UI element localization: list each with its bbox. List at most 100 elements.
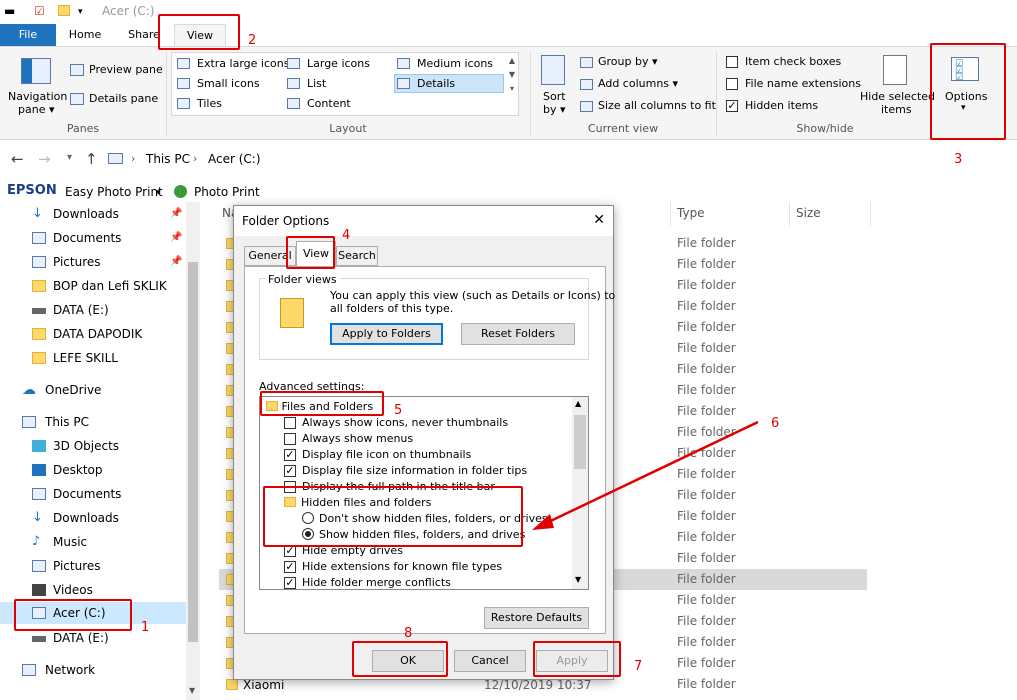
tree-option[interactable]: Display file size information in folder …: [284, 463, 527, 479]
hide-selected-label-2[interactable]: items: [881, 103, 912, 116]
apply-to-folders-button[interactable]: Apply to Folders: [330, 323, 443, 345]
sidebar-item-downloads-pc[interactable]: ↓ Downloads: [0, 507, 186, 529]
file-name-xiaomi[interactable]: Xiaomi: [243, 678, 284, 692]
column-divider[interactable]: [870, 202, 871, 226]
navigation-pane-label[interactable]: Navigation: [8, 90, 67, 103]
annotation-arrow: [532, 420, 759, 530]
scrollbar-thumb[interactable]: [188, 262, 198, 642]
preview-pane-button[interactable]: Preview pane: [89, 63, 163, 76]
tree-option[interactable]: Always show menus: [284, 431, 413, 447]
column-header-type[interactable]: Type: [677, 206, 705, 220]
tree-option[interactable]: Hide folder merge conflicts: [284, 575, 451, 589]
tab-file[interactable]: File: [0, 24, 56, 46]
item-check-boxes-checkbox[interactable]: [726, 56, 738, 68]
sidebar-scrollbar[interactable]: ▼: [186, 202, 200, 700]
layout-large-icons[interactable]: Large icons: [307, 57, 370, 70]
new-folder-icon[interactable]: [58, 5, 70, 16]
folder-icon: [226, 679, 238, 690]
sidebar-item-data-dapodik[interactable]: DATA DAPODIK: [0, 323, 186, 345]
hide-selected-label[interactable]: Hide selected: [860, 90, 935, 103]
reset-folders-button[interactable]: Reset Folders: [461, 323, 575, 345]
computer-icon: [22, 416, 36, 428]
pin-icon[interactable]: 📌: [170, 203, 182, 225]
sidebar-item-3d-objects[interactable]: 3D Objects: [0, 435, 186, 457]
cancel-button[interactable]: Cancel: [454, 650, 526, 672]
quick-access-dropdown-icon[interactable]: ▾: [78, 7, 83, 17]
column-divider[interactable]: [670, 202, 671, 226]
photo-print-link[interactable]: Photo Print: [194, 185, 260, 199]
sidebar-item-videos[interactable]: Videos: [0, 579, 186, 601]
close-icon[interactable]: ✕: [593, 212, 605, 228]
sidebar-item-bop[interactable]: BOP dan Lefi SKLIK: [0, 275, 186, 297]
list-icon: [287, 78, 300, 89]
layout-content[interactable]: Content: [307, 97, 351, 110]
easy-photo-print-link[interactable]: Easy Photo Print: [65, 185, 163, 199]
sidebar-item-pictures[interactable]: Pictures 📌: [0, 251, 186, 273]
size-all-columns-button[interactable]: Size all columns to fit: [598, 99, 716, 112]
tree-option[interactable]: Display file icon on thumbnails: [284, 447, 471, 463]
column-divider[interactable]: [789, 202, 790, 226]
scroll-down-icon[interactable]: ▼: [575, 575, 581, 584]
layout-list[interactable]: List: [307, 77, 326, 90]
back-arrow-icon[interactable]: ←: [11, 150, 24, 168]
sidebar-item-data-e[interactable]: DATA (E:): [0, 299, 186, 321]
navigation-pane-label-2[interactable]: pane ▾: [18, 103, 54, 116]
option-checkbox[interactable]: [284, 433, 296, 445]
sidebar-item-onedrive[interactable]: ☁ OneDrive: [0, 379, 186, 401]
forward-arrow-icon[interactable]: →: [38, 150, 51, 168]
option-checkbox[interactable]: [284, 577, 296, 589]
layout-scroll-arrows[interactable]: ▲ ▼ ▾: [507, 54, 517, 114]
sidebar-item-desktop[interactable]: Desktop: [0, 459, 186, 481]
tree-option[interactable]: Hide extensions for known file types: [284, 559, 502, 575]
sidebar-item-lefe-skill[interactable]: LEFE SKILL: [0, 347, 186, 369]
details-pane-button[interactable]: Details pane: [89, 92, 158, 105]
current-view-group-label: Current view: [587, 122, 659, 135]
breadcrumb-drive[interactable]: Acer (C:): [208, 152, 261, 166]
sidebar-item-downloads[interactable]: ↓ Downloads 📌: [0, 203, 186, 225]
navigation-pane-icon[interactable]: [21, 58, 51, 84]
file-name-extensions-checkbox[interactable]: [726, 78, 738, 90]
size-columns-icon: [580, 101, 593, 112]
sidebar-item-network[interactable]: Network: [0, 659, 186, 681]
file-type-cell: File folder: [677, 320, 736, 334]
annotation-number: 2: [248, 33, 257, 48]
sidebar-item-documents-pc[interactable]: Documents: [0, 483, 186, 505]
pin-icon[interactable]: 📌: [170, 251, 182, 273]
sidebar-item-music[interactable]: ♪ Music: [0, 531, 186, 553]
tab-search[interactable]: Search: [336, 246, 378, 266]
file-name-extensions-label[interactable]: File name extensions: [745, 77, 861, 90]
download-icon: ↓: [32, 206, 43, 221]
sort-label-2[interactable]: by ▾: [543, 103, 566, 116]
item-check-boxes-label[interactable]: Item check boxes: [745, 55, 841, 68]
layout-tiles[interactable]: Tiles: [197, 97, 222, 110]
layout-small-icons[interactable]: Small icons: [197, 77, 260, 90]
recent-locations-icon[interactable]: ▾: [67, 152, 72, 163]
column-header-size[interactable]: Size: [796, 206, 821, 220]
option-checkbox[interactable]: [284, 465, 296, 477]
hidden-items-checkbox[interactable]: [726, 100, 738, 112]
properties-icon[interactable]: ☑: [34, 4, 45, 18]
restore-defaults-button[interactable]: Restore Defaults: [484, 607, 589, 629]
layout-extra-large-icons[interactable]: Extra large icons: [197, 57, 289, 70]
dropdown-icon[interactable]: ▾: [156, 188, 161, 198]
sidebar-item-documents[interactable]: Documents 📌: [0, 227, 186, 249]
pictures-icon: [32, 560, 46, 572]
sidebar-item-pictures-pc[interactable]: Pictures: [0, 555, 186, 577]
breadcrumb-this-pc[interactable]: This PC: [146, 152, 190, 166]
option-checkbox[interactable]: [284, 449, 296, 461]
group-by-button[interactable]: Group by ▾: [598, 55, 658, 68]
scroll-up-icon[interactable]: ▲: [575, 399, 581, 408]
scroll-down-icon[interactable]: ▼: [189, 686, 195, 695]
option-checkbox[interactable]: [284, 417, 296, 429]
layout-medium-icons[interactable]: Medium icons: [417, 57, 493, 70]
tab-home[interactable]: Home: [62, 24, 108, 46]
sort-label[interactable]: Sort: [543, 90, 566, 103]
layout-details[interactable]: Details: [417, 77, 455, 90]
up-arrow-icon[interactable]: ↑: [85, 150, 98, 168]
sidebar-item-this-pc[interactable]: This PC: [0, 411, 186, 433]
hidden-items-label[interactable]: Hidden items: [745, 99, 818, 112]
add-columns-button[interactable]: Add columns ▾: [598, 77, 678, 90]
pictures-icon: [32, 256, 46, 268]
pin-icon[interactable]: 📌: [170, 227, 182, 249]
option-checkbox[interactable]: [284, 561, 296, 573]
